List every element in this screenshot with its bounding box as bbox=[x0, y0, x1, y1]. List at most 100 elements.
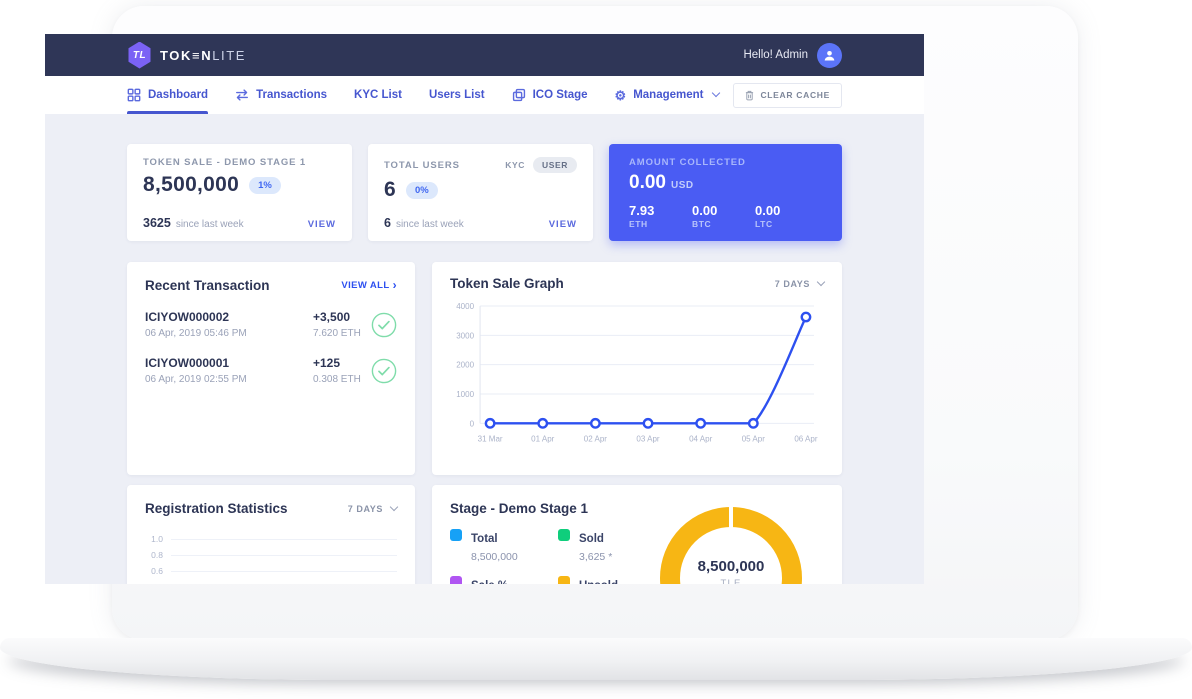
legend-item-sold: Sold 3,625 * bbox=[558, 529, 666, 563]
period-dropdown[interactable]: 7 DAYS bbox=[775, 279, 824, 289]
legend-item-total: Total 8,500,000 bbox=[450, 529, 558, 563]
logo-text-light: LITE bbox=[212, 48, 246, 63]
check-circle-icon bbox=[371, 312, 397, 338]
total-users-value: 6 bbox=[384, 178, 396, 202]
chevron-down-icon bbox=[712, 89, 720, 97]
amount-collected-card: AMOUNT COLLECTED 0.00 USD 7.93 ETH 0.00 … bbox=[609, 144, 842, 241]
tab-ico-stage[interactable]: ICO Stage bbox=[512, 76, 588, 114]
tab-label: ICO Stage bbox=[533, 89, 588, 101]
svg-text:06 Apr: 06 Apr bbox=[794, 434, 818, 443]
breakdown-ltc: 0.00 LTC bbox=[755, 203, 818, 229]
registration-statistics-card: Registration Statistics 7 DAYS 1.0 0.8 0… bbox=[127, 485, 415, 584]
legend-swatch bbox=[450, 529, 462, 541]
legend-swatch bbox=[558, 576, 570, 584]
period-label: 7 DAYS bbox=[775, 279, 810, 289]
middle-row: Recent Transaction VIEW ALL › ICIYOW0000… bbox=[127, 262, 842, 475]
panel-title: Recent Transaction bbox=[145, 278, 270, 293]
svg-text:0: 0 bbox=[470, 419, 475, 428]
cube-icon bbox=[512, 88, 526, 102]
token-sale-card: TOKEN SALE - DEMO STAGE 1 8,500,000 1% 3… bbox=[127, 144, 352, 241]
tab-transactions[interactable]: Transactions bbox=[235, 76, 327, 114]
y-tick-label: 0.8 bbox=[145, 550, 163, 560]
tab-dashboard[interactable]: Dashboard bbox=[127, 76, 208, 114]
transaction-id: ICIYOW000001 bbox=[145, 356, 313, 370]
stage-donut-chart: 8,500,000 TLE bbox=[660, 507, 802, 584]
svg-text:04 Apr: 04 Apr bbox=[689, 434, 713, 443]
transaction-row[interactable]: ICIYOW000001 06 Apr, 2019 02:55 PM +125 … bbox=[145, 356, 397, 385]
breakdown-label: BTC bbox=[692, 219, 755, 229]
panel-title: Registration Statistics bbox=[145, 501, 288, 516]
token-sale-graph-card: Token Sale Graph 7 DAYS 0100020003000400… bbox=[432, 262, 842, 475]
amount-currency: USD bbox=[671, 180, 694, 191]
tab-kyc-list[interactable]: KYC List bbox=[354, 76, 402, 114]
svg-text:1000: 1000 bbox=[456, 390, 474, 399]
tab-management[interactable]: ⚙ Management bbox=[615, 76, 720, 114]
view-link[interactable]: VIEW bbox=[308, 219, 336, 230]
tokenlite-logo[interactable]: TL TOK≡NLITE bbox=[127, 42, 246, 69]
breakdown-btc: 0.00 BTC bbox=[692, 203, 755, 229]
laptop-base bbox=[0, 638, 1192, 680]
transaction-row[interactable]: ICIYOW000002 06 Apr, 2019 05:46 PM +3,50… bbox=[145, 310, 397, 339]
legend-value: 3,625 * bbox=[579, 551, 666, 563]
topbar: TL TOK≡NLITE Hello! Admin bbox=[45, 34, 924, 76]
card-title: TOTAL USERS bbox=[384, 160, 460, 171]
card-title: TOKEN SALE - DEMO STAGE 1 bbox=[143, 157, 336, 168]
delta-caption: since last week bbox=[396, 219, 464, 230]
dashboard-content: TOKEN SALE - DEMO STAGE 1 8,500,000 1% 3… bbox=[45, 114, 924, 584]
chevron-down-icon bbox=[817, 278, 825, 286]
greeting-text: Hello! Admin bbox=[743, 49, 808, 61]
currency-breakdown: 7.93 ETH 0.00 BTC 0.00 LTC bbox=[629, 203, 822, 229]
gridline bbox=[171, 555, 397, 556]
delta-value: 3625 bbox=[143, 216, 171, 230]
view-all-link[interactable]: VIEW ALL › bbox=[341, 280, 397, 291]
tab-label: Management bbox=[633, 89, 703, 101]
svg-text:31 Mar: 31 Mar bbox=[478, 434, 503, 443]
donut-slice-gap bbox=[729, 506, 733, 529]
toggle-user[interactable]: USER bbox=[533, 157, 577, 173]
nav-items: Dashboard Transactions KYC List Users Li… bbox=[127, 76, 719, 114]
tab-label: Transactions bbox=[256, 89, 327, 101]
panel-title: Token Sale Graph bbox=[450, 276, 564, 291]
chevron-down-icon bbox=[390, 503, 398, 511]
toggle-kyc[interactable]: KYC bbox=[505, 160, 525, 170]
user-avatar[interactable] bbox=[817, 43, 842, 68]
clear-cache-button[interactable]: CLEAR CACHE bbox=[733, 83, 842, 108]
percent-badge: 0% bbox=[406, 182, 438, 199]
tab-label: Dashboard bbox=[148, 89, 208, 101]
delta-value: 6 bbox=[384, 216, 391, 230]
user-greeting: Hello! Admin bbox=[743, 43, 842, 68]
legend-item-unsold: Unsold bbox=[558, 576, 666, 584]
breakdown-value: 0.00 bbox=[755, 203, 818, 218]
card-title: AMOUNT COLLECTED bbox=[629, 157, 822, 168]
y-tick-label: 0.6 bbox=[145, 566, 163, 576]
tab-label: Users List bbox=[429, 89, 485, 101]
svg-text:03 Apr: 03 Apr bbox=[636, 434, 660, 443]
transaction-amount: +125 bbox=[313, 356, 371, 370]
logo-text-bold: TOK≡N bbox=[160, 48, 212, 63]
svg-text:02 Apr: 02 Apr bbox=[584, 434, 608, 443]
transaction-amount: +3,500 bbox=[313, 310, 371, 324]
amount-value: 0.00 bbox=[629, 172, 666, 194]
registration-chart-axis: 1.0 0.8 0.6 bbox=[145, 531, 397, 579]
donut-center-value: 8,500,000 bbox=[660, 558, 802, 575]
recent-transactions-card: Recent Transaction VIEW ALL › ICIYOW0000… bbox=[127, 262, 415, 475]
tab-users-list[interactable]: Users List bbox=[429, 76, 485, 114]
stat-cards-row: TOKEN SALE - DEMO STAGE 1 8,500,000 1% 3… bbox=[127, 144, 842, 241]
svg-text:01 Apr: 01 Apr bbox=[531, 434, 555, 443]
chevron-right-icon: › bbox=[393, 279, 397, 291]
y-tick-label: 1.0 bbox=[145, 534, 163, 544]
breakdown-eth: 7.93 ETH bbox=[629, 203, 692, 229]
legend-item-sale-pct: Sale % bbox=[450, 576, 558, 584]
percent-badge: 1% bbox=[249, 177, 281, 194]
legend-label: Total bbox=[471, 533, 498, 545]
kyc-user-toggle: KYC USER bbox=[505, 157, 577, 173]
tokenlite-logo-icon: TL bbox=[127, 42, 152, 69]
logo-text: TOK≡NLITE bbox=[160, 48, 246, 63]
view-link[interactable]: VIEW bbox=[549, 219, 577, 230]
gridline bbox=[171, 539, 397, 540]
period-dropdown[interactable]: 7 DAYS bbox=[348, 504, 397, 514]
gear-icon: ⚙ bbox=[615, 89, 627, 102]
navbar: Dashboard Transactions KYC List Users Li… bbox=[45, 76, 924, 114]
period-label: 7 DAYS bbox=[348, 504, 383, 514]
tab-label: KYC List bbox=[354, 89, 402, 101]
